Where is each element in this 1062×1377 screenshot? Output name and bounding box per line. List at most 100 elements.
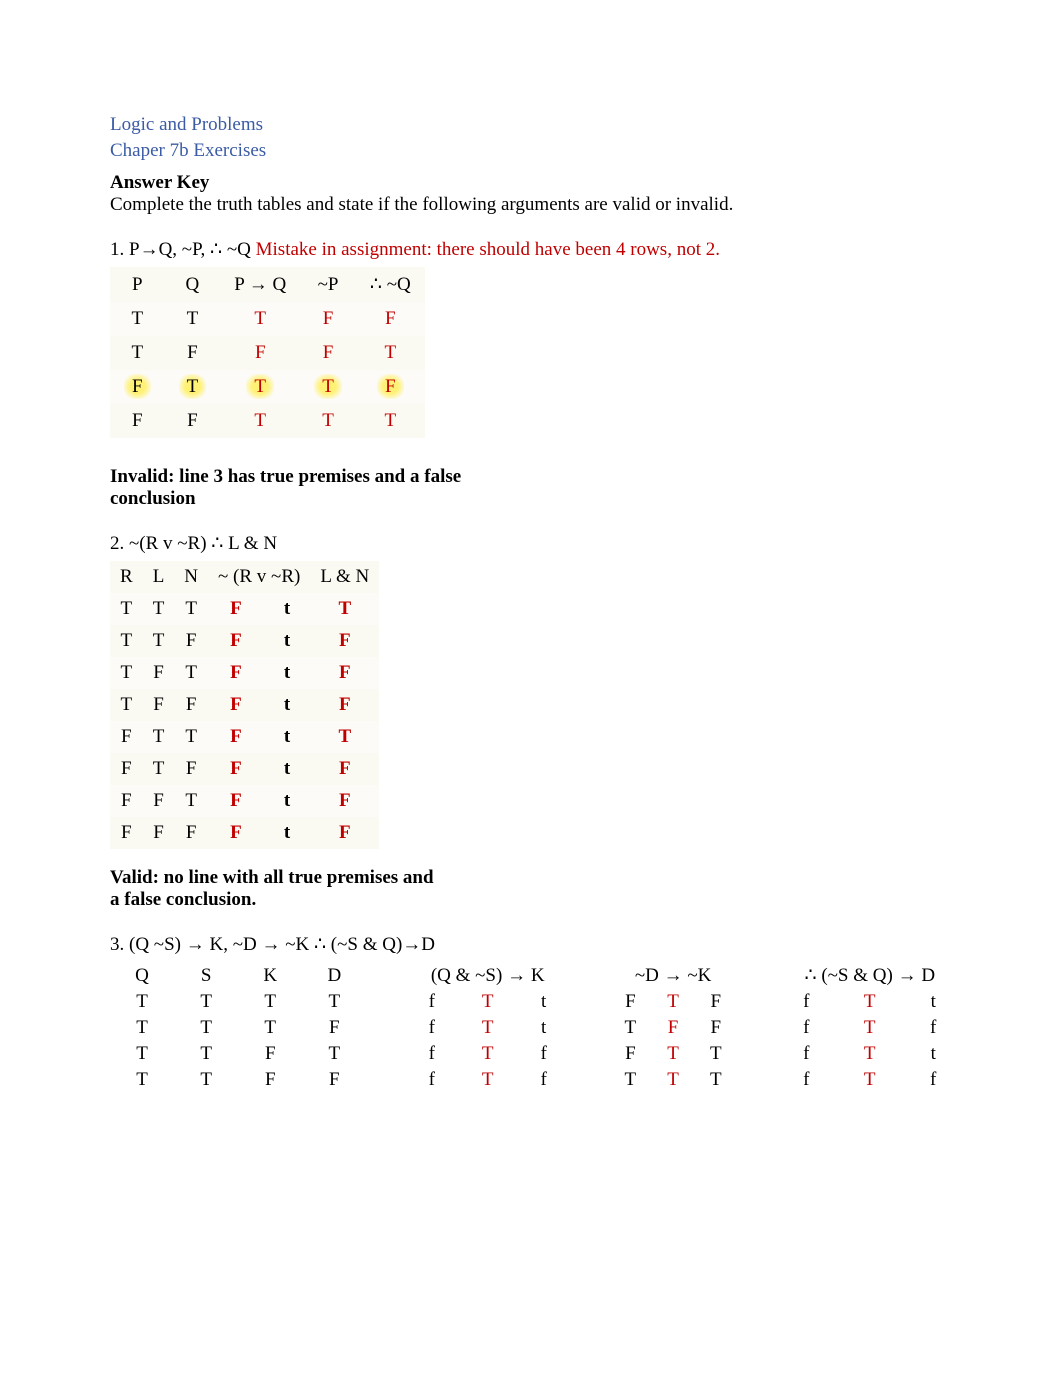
cell: T	[356, 404, 425, 438]
cell: f	[516, 1041, 572, 1067]
cell: T	[460, 989, 516, 1015]
cell: F	[310, 689, 379, 721]
ex1-label: 1. P→Q, ~P, ∴ ~Q	[110, 239, 256, 260]
table-row: T F F F T	[110, 336, 425, 370]
cell: T	[238, 1015, 302, 1041]
cell: T	[300, 404, 356, 438]
cell: F	[110, 785, 143, 817]
cell: T	[174, 1015, 238, 1041]
cell: t	[901, 1041, 965, 1067]
col-header: S	[174, 962, 238, 989]
cell: T	[143, 721, 175, 753]
table-header-row: P Q P → Q ~P ∴ ~Q	[110, 267, 425, 302]
cell: T	[110, 302, 165, 336]
cell: T	[220, 302, 300, 336]
answer-key-label: Answer Key	[110, 172, 952, 194]
col-header: P	[110, 267, 165, 302]
cell: T	[356, 336, 425, 370]
cell: F	[208, 689, 264, 721]
cell: t	[264, 753, 311, 785]
cell: F	[356, 302, 425, 336]
cell: F	[356, 370, 425, 404]
ex1-verdict: Invalid: line 3 has true premises and a …	[110, 466, 530, 510]
cell: T	[174, 1067, 238, 1093]
cell: F	[208, 817, 264, 849]
cell: F	[110, 370, 165, 404]
cell: f	[516, 1067, 572, 1093]
cell: T	[652, 1041, 695, 1067]
cell: F	[174, 817, 208, 849]
cell: F	[300, 302, 356, 336]
cell: F	[220, 336, 300, 370]
cell: F	[208, 785, 264, 817]
col-header: R	[110, 561, 143, 593]
doc-title: Logic and Problems	[110, 114, 952, 136]
cell: T	[110, 625, 143, 657]
table-row: TFF Ft F	[110, 689, 379, 721]
cell: F	[143, 657, 175, 689]
cell: F	[110, 753, 143, 785]
ex2-table: R L N ~ (R v ~R) L & N T T T F t T TTF F…	[110, 561, 379, 849]
cell: t	[264, 689, 311, 721]
ex3-heading: 3. (Q ~S) → K, ~D → ~K ∴ (~S & Q)→D	[110, 933, 952, 956]
table-row: T T F F f T f T T T f T f	[110, 1067, 965, 1093]
cell: F	[110, 721, 143, 753]
cell: T	[174, 989, 238, 1015]
table-row: T T T T f T t F T F f T t	[110, 989, 965, 1015]
table-row: FTT Ft T	[110, 721, 379, 753]
table-row: F T T T F	[110, 370, 425, 404]
ex2-verdict: Valid: no line with all true premises an…	[110, 867, 440, 911]
table-row: T T F T f T f F T T f T t	[110, 1041, 965, 1067]
table-row: FFT Ft F	[110, 785, 379, 817]
cell: F	[165, 404, 221, 438]
col-header: ~D → ~K	[609, 962, 737, 989]
cell: F	[300, 336, 356, 370]
cell: T	[143, 593, 175, 625]
cell: F	[310, 753, 379, 785]
cell: T	[110, 1041, 174, 1067]
col-header: N	[174, 561, 208, 593]
cell: T	[460, 1067, 516, 1093]
cell: F	[143, 817, 175, 849]
cell: T	[238, 989, 302, 1015]
cell: F	[609, 989, 652, 1015]
ex1-heading: 1. P→Q, ~P, ∴ ~Q Mistake in assignment: …	[110, 238, 952, 261]
cell: F	[208, 721, 264, 753]
doc-subtitle: Chaper 7b Exercises	[110, 140, 952, 162]
cell: f	[404, 1041, 460, 1067]
table-row: TFT Ft F	[110, 657, 379, 689]
instructions: Complete the truth tables and state if t…	[110, 194, 952, 216]
cell: f	[901, 1015, 965, 1041]
cell: T	[174, 785, 208, 817]
cell: T	[110, 593, 143, 625]
cell: T	[174, 657, 208, 689]
cell: F	[310, 817, 379, 849]
cell: F	[143, 689, 175, 721]
cell: t	[901, 989, 965, 1015]
cell: T	[838, 1067, 901, 1093]
col-header: Q	[110, 962, 174, 989]
cell: T	[110, 657, 143, 689]
cell: F	[302, 1067, 366, 1093]
col-header: Q	[165, 267, 221, 302]
cell: F	[174, 753, 208, 785]
cell: T	[174, 721, 208, 753]
cell: T	[310, 593, 379, 625]
cell: t	[264, 817, 311, 849]
cell: T	[220, 370, 300, 404]
cell: F	[110, 404, 165, 438]
cell: f	[775, 1067, 838, 1093]
cell: F	[208, 593, 264, 625]
cell: f	[775, 989, 838, 1015]
cell: T	[110, 1067, 174, 1093]
cell: F	[208, 625, 264, 657]
table-row: T T T F t T	[110, 593, 379, 625]
cell: F	[110, 817, 143, 849]
cell: T	[302, 989, 366, 1015]
cell: t	[264, 593, 311, 625]
cell: f	[404, 1015, 460, 1041]
col-header: P → Q	[220, 267, 300, 302]
table-header-row: Q S K D (Q & ~S) → K ~D → ~K ∴ (~S & Q) …	[110, 962, 965, 989]
cell: F	[310, 785, 379, 817]
cell: t	[516, 989, 572, 1015]
